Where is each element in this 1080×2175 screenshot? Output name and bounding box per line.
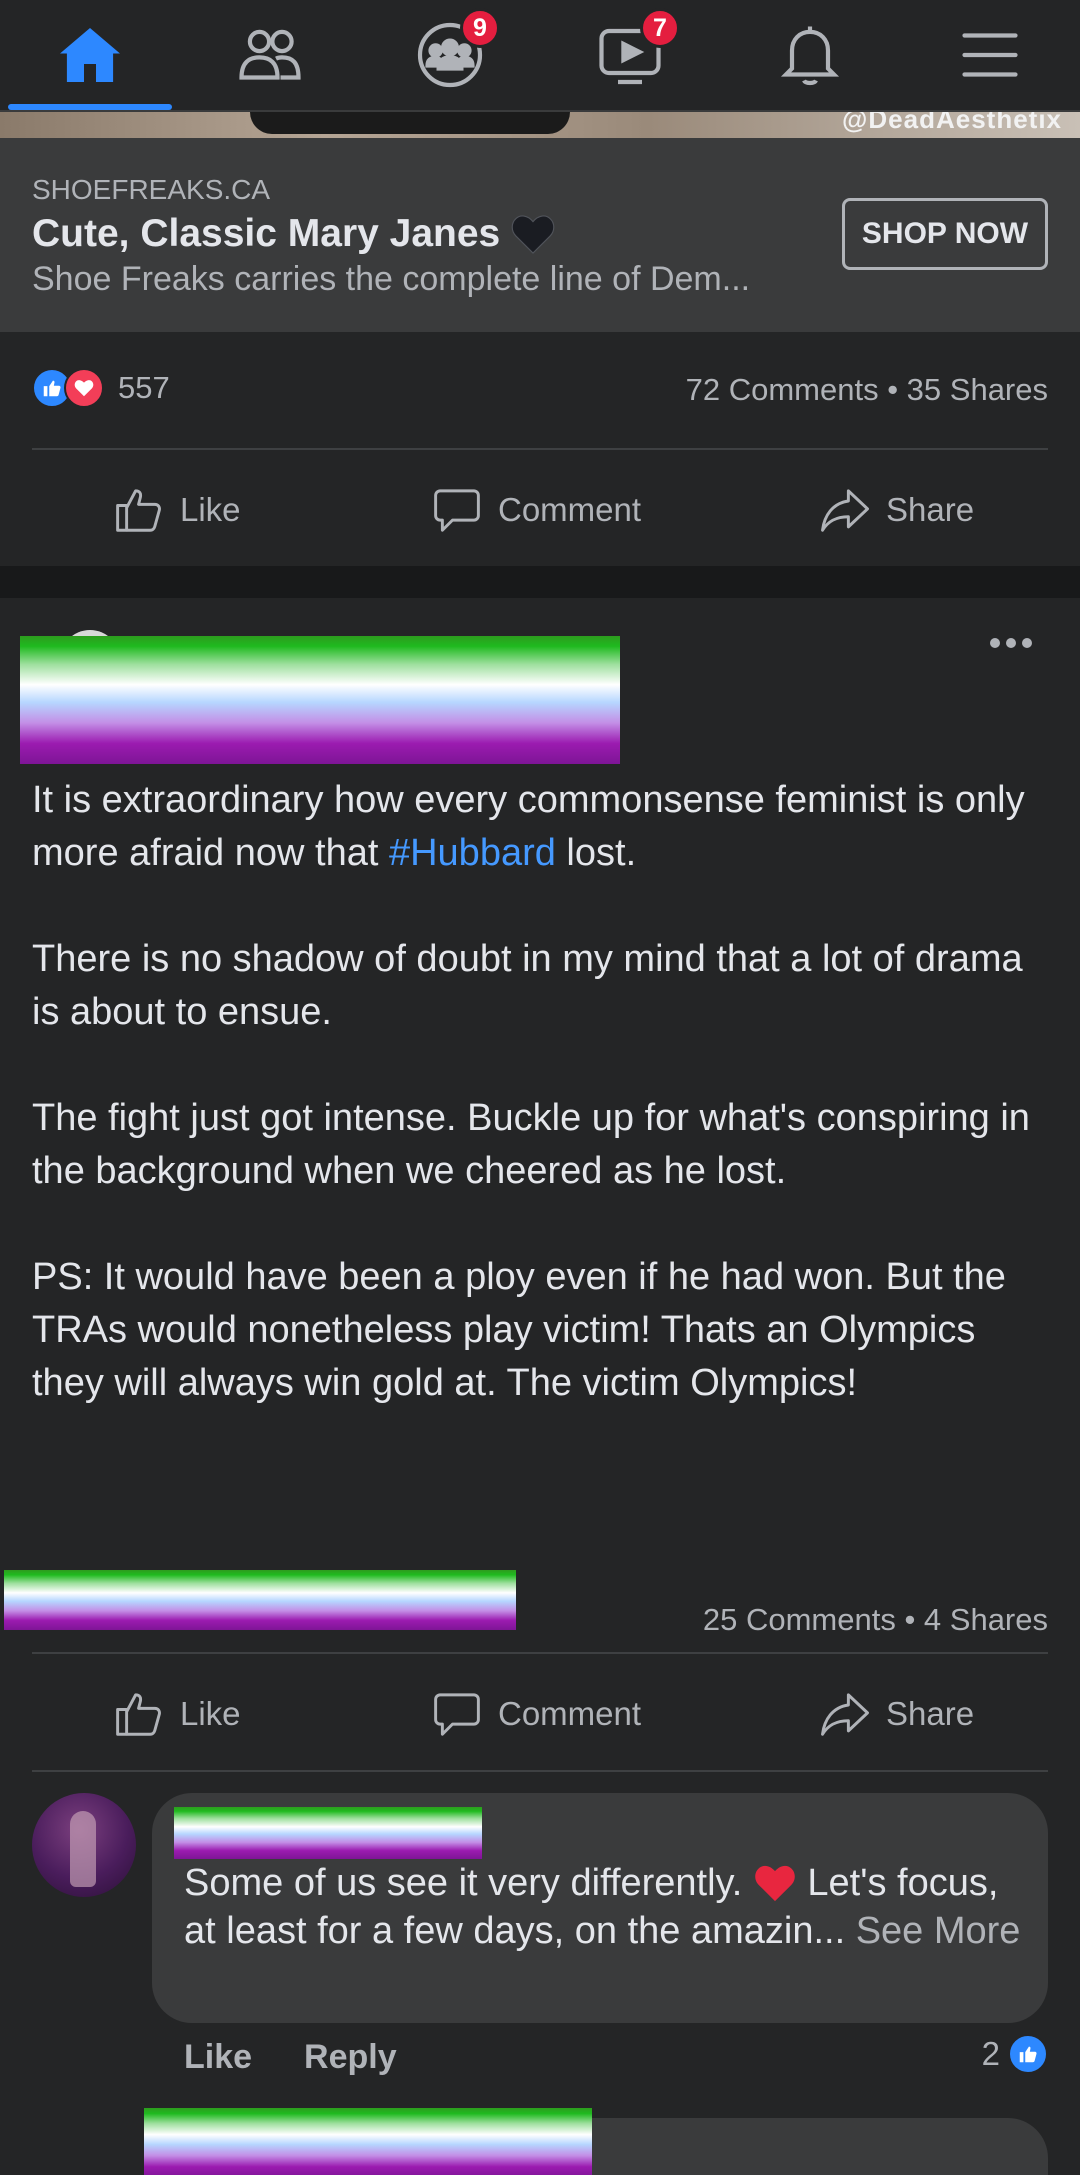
share-icon xyxy=(821,489,869,532)
nav-tab-menu[interactable] xyxy=(900,0,1080,110)
like-label: Like xyxy=(180,491,241,528)
red-heart-icon xyxy=(755,1865,795,1902)
comment-icon xyxy=(434,1693,480,1736)
shop-now-button[interactable]: SHOP NOW xyxy=(842,198,1048,270)
black-heart-icon xyxy=(511,215,555,254)
active-tab-indicator xyxy=(8,104,172,110)
watch-notification-badge: 7 xyxy=(640,8,680,48)
commenter-avatar[interactable] xyxy=(32,1793,136,1897)
comment-like-button[interactable]: Like xyxy=(184,2038,252,2077)
see-more-link[interactable]: See More xyxy=(856,1910,1021,1952)
image-watermark: @DeadAesthetix xyxy=(842,112,1062,134)
post1-footer: 557 72 Comments • 35 Shares Like Comment… xyxy=(0,332,1080,566)
post2-action-bar: Like Comment Share xyxy=(0,1654,1080,1774)
like-reaction-icon xyxy=(1008,2034,1048,2074)
hamburger-menu-icon xyxy=(962,33,1018,77)
thumbs-up-icon xyxy=(116,489,161,532)
post1-comments-shares[interactable]: 72 Comments • 35 Shares xyxy=(686,372,1048,408)
feed-separator xyxy=(0,566,1080,598)
divider xyxy=(32,1770,1048,1772)
post2: It is extraordinary how every commonsens… xyxy=(0,598,1080,2175)
post1-share-button[interactable]: Share xyxy=(818,450,974,570)
redacted-reactions xyxy=(4,1570,516,1630)
thumbs-up-icon xyxy=(116,1693,161,1736)
post1-reaction-count: 557 xyxy=(118,370,170,405)
redacted-commenter-name xyxy=(144,2108,592,2175)
post-paragraph: There is no shadow of doubt in my mind t… xyxy=(32,938,1023,1033)
sponsored-ad-footer[interactable]: SHOEFREAKS.CA Cute, Classic Mary Janes S… xyxy=(0,138,1080,332)
nav-tab-notifications[interactable] xyxy=(720,0,900,110)
like-label: Like xyxy=(180,1695,241,1732)
share-label: Share xyxy=(886,491,975,528)
nav-tab-groups[interactable]: 9 xyxy=(360,0,540,110)
ad-domain: SHOEFREAKS.CA xyxy=(32,174,271,205)
post-paragraph: PS: It would have been a ploy even if he… xyxy=(32,1256,1006,1404)
post1-comment-button[interactable]: Comment xyxy=(430,450,641,570)
ad-title-row: Cute, Classic Mary Janes xyxy=(32,212,556,256)
ad-title: Cute, Classic Mary Janes xyxy=(32,212,501,255)
bell-icon xyxy=(780,26,840,86)
comment-reaction-count: 2 xyxy=(981,2035,1000,2072)
redacted-commenter-name xyxy=(174,1807,482,1859)
top-navigation-bar: 9 7 xyxy=(0,0,1080,112)
post1-like-button[interactable]: Like xyxy=(112,450,241,570)
nav-tab-watch[interactable]: 7 xyxy=(540,0,720,110)
comment-text: Some of us see it very differently. Let'… xyxy=(184,1859,1024,1955)
share-icon xyxy=(821,1693,869,1736)
post1-reactions[interactable]: 557 xyxy=(32,368,170,408)
comment-bubble[interactable]: Some of us see it very differently. Let'… xyxy=(152,1793,1048,2023)
comment-icon xyxy=(434,489,480,532)
post2-share-button[interactable]: Share xyxy=(818,1654,974,1774)
share-label: Share xyxy=(886,1695,975,1732)
love-reaction-icon xyxy=(64,368,104,408)
comment-label: Comment xyxy=(498,491,642,528)
friends-icon xyxy=(239,29,301,80)
redacted-author-name xyxy=(20,636,620,764)
comment-actions: Like Reply xyxy=(184,2038,397,2077)
hashtag-link[interactable]: #Hubbard xyxy=(389,832,556,874)
post2-like-button[interactable]: Like xyxy=(112,1654,241,1774)
post-paragraph: The fight just got intense. Buckle up fo… xyxy=(32,1097,1030,1192)
ad-image[interactable]: @DeadAesthetix xyxy=(0,112,1080,138)
home-icon xyxy=(60,28,120,82)
shoe-image-fragment xyxy=(250,112,570,134)
comment-reactions[interactable]: 2 xyxy=(982,2034,1048,2074)
post-paragraph: It is extraordinary how every commonsens… xyxy=(32,774,1052,880)
post-text-segment: lost. xyxy=(555,832,637,874)
post-options-button[interactable] xyxy=(990,638,1032,648)
nav-tab-home[interactable] xyxy=(0,0,180,110)
post2-comment-button[interactable]: Comment xyxy=(430,1654,641,1774)
groups-notification-badge: 9 xyxy=(460,8,500,48)
post2-comments-shares[interactable]: 25 Comments • 4 Shares xyxy=(703,1602,1048,1638)
comment-text-segment: Some of us see it very differently. xyxy=(184,1862,753,1904)
more-options-icon xyxy=(990,638,1000,648)
comment-label: Comment xyxy=(498,1695,642,1732)
post1-action-bar: Like Comment Share xyxy=(0,450,1080,570)
post-body: It is extraordinary how every commonsens… xyxy=(32,774,1052,1463)
ad-description: Shoe Freaks carries the complete line of… xyxy=(32,260,751,298)
comment-reply-button[interactable]: Reply xyxy=(304,2038,397,2077)
nav-tab-friends[interactable] xyxy=(180,0,360,110)
